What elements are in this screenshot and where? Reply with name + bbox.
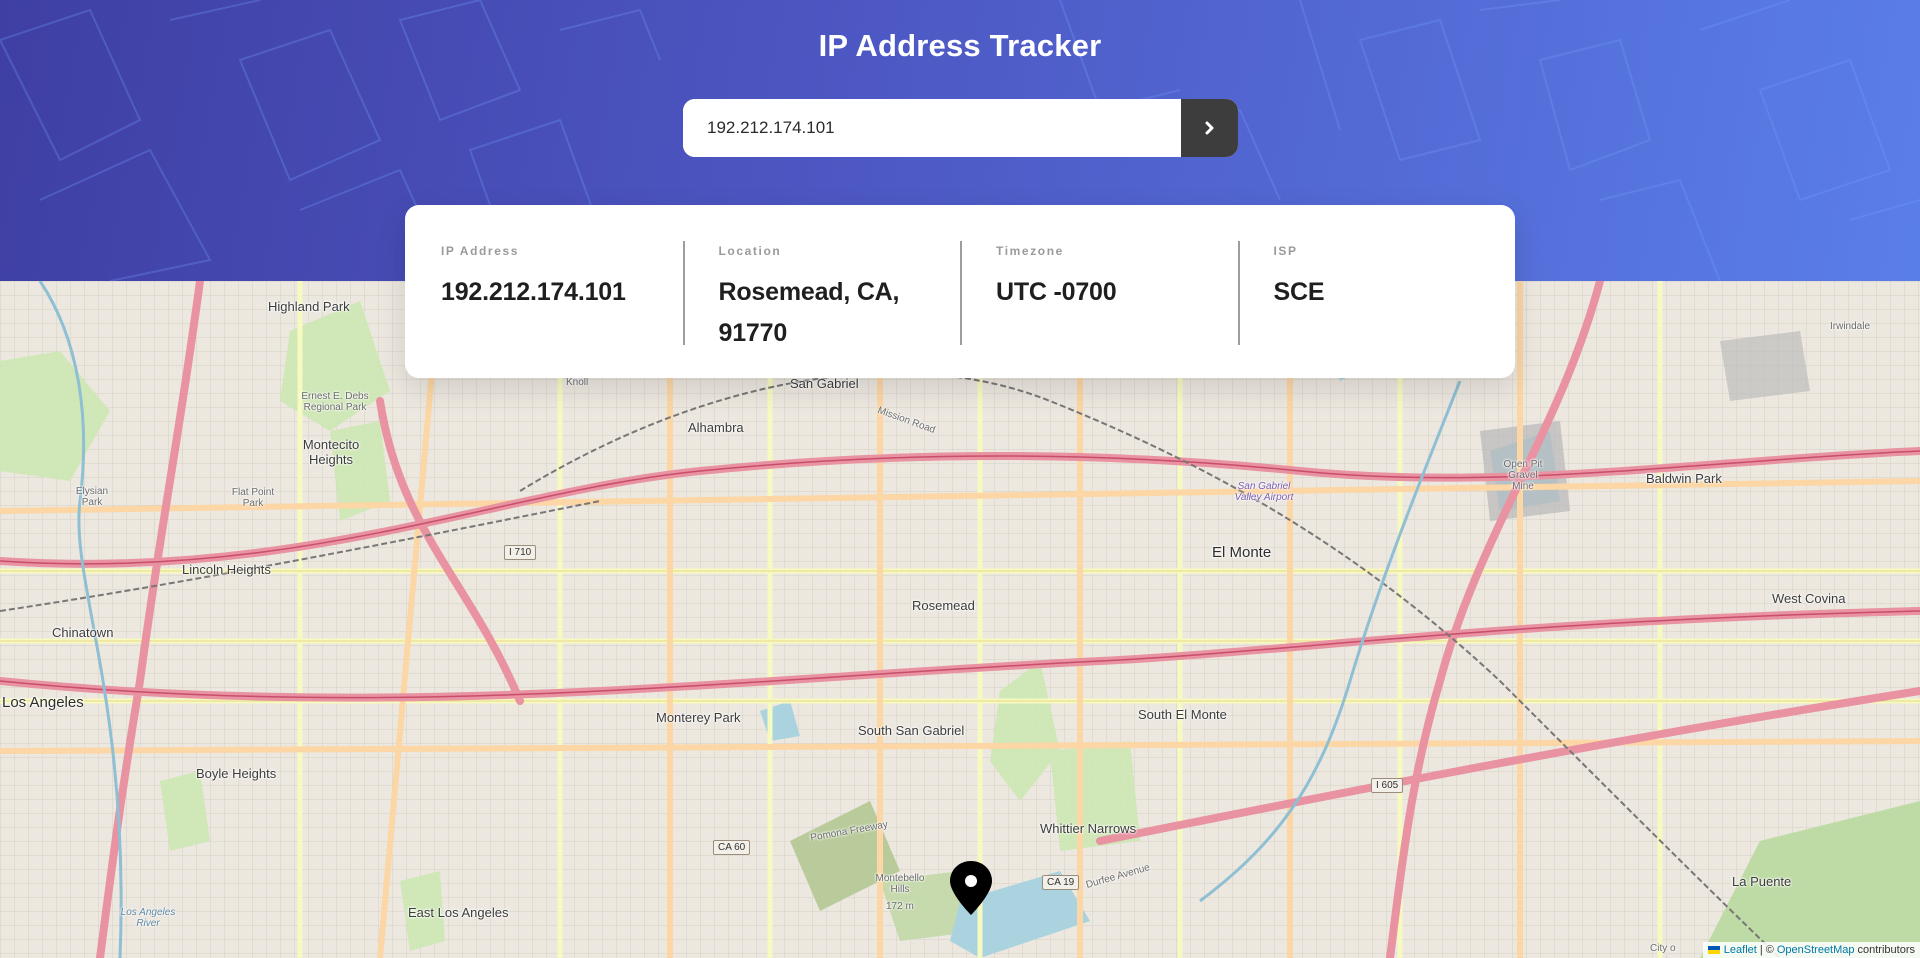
chevron-right-icon: [1205, 121, 1213, 135]
map-label-los-angeles: Los Angeles: [2, 694, 84, 711]
info-value: SCE: [1273, 278, 1325, 306]
map-label-highland-park: Highland Park: [268, 299, 350, 314]
location-pin-icon[interactable]: [947, 859, 995, 917]
attribution-contributors: contributors: [1857, 944, 1915, 956]
map-label-boyle-heights: Boyle Heights: [196, 766, 277, 781]
info-value: Rosemead, CA, 91770: [718, 278, 900, 347]
map-label-south-san-gabriel: South San Gabriel: [858, 723, 965, 738]
info-value: 192.212.174.101: [441, 278, 626, 306]
map-tiles: [0, 281, 1920, 958]
map-label-rosemead: Rosemead: [912, 598, 975, 613]
map-label-chinatown: Chinatown: [52, 625, 114, 640]
map-view[interactable]: Highland Park Ernest E. Debs Regional Pa…: [0, 281, 1920, 958]
page-title: IP Address Tracker: [818, 28, 1102, 63]
map-label-open-pit-mine: Open Pit Gravel Mine: [1503, 459, 1543, 492]
map-label-montecito-heights: Montecito Heights: [302, 437, 360, 467]
map-label-west-covina: West Covina: [1772, 591, 1846, 606]
map-label-la-puente: La Puente: [1732, 874, 1792, 889]
map-label-knoll: Knoll: [566, 377, 589, 388]
info-timezone: Timezone UTC -0700: [960, 237, 1238, 348]
map-label-whittier-narrows: Whittier Narrows: [1040, 821, 1137, 836]
map-label-baldwin-park: Baldwin Park: [1646, 471, 1722, 486]
map-label-airport: San Gabriel Valley Airport: [1234, 481, 1294, 503]
ukraine-flag-icon: [1707, 946, 1720, 954]
map-label-montebello-elev: 172 m: [886, 901, 914, 912]
leaflet-link[interactable]: Leaflet: [1724, 944, 1757, 956]
map-label-montebello-hills: Montebello Hills: [875, 873, 925, 895]
info-value: UTC -0700: [996, 278, 1117, 306]
search-submit-button[interactable]: [1181, 99, 1238, 157]
info-isp: ISP SCE: [1237, 237, 1516, 348]
map-label-el-monte: El Monte: [1212, 544, 1272, 561]
map-label-south-el-monte: South El Monte: [1138, 707, 1227, 722]
map-label-irwindale: Irwindale: [1830, 321, 1871, 332]
map-label-flat-point-park: Flat Point Park: [231, 487, 275, 509]
map-label-lincoln-heights: Lincoln Heights: [182, 562, 271, 577]
ip-search-input[interactable]: [683, 99, 1181, 157]
info-label: ISP: [1273, 244, 1298, 258]
info-label: Timezone: [996, 244, 1064, 258]
attribution-separator: | ©: [1759, 944, 1774, 956]
map-label-elysian-park: Elysian Park: [75, 486, 109, 508]
map-label-ernest-debs: Ernest E. Debs Regional Park: [301, 391, 369, 413]
shield-ca19: CA 19: [1042, 875, 1080, 890]
map-label-monterey-park: Monterey Park: [656, 710, 741, 725]
map-attribution: Leaflet | © OpenStreetMap contributors: [1702, 942, 1920, 958]
map-label-los-angeles-river: Los Angeles River: [120, 907, 176, 929]
shield-i710: I 710: [504, 545, 537, 560]
info-label: Location: [718, 244, 782, 258]
openstreetmap-link[interactable]: OpenStreetMap: [1777, 944, 1855, 956]
info-location: Location Rosemead, CA, 91770: [682, 237, 961, 348]
map-label-alhambra: Alhambra: [688, 420, 744, 435]
shield-ca60: CA 60: [713, 840, 751, 855]
ip-search-form: [683, 99, 1238, 157]
map-label-east-los-angeles: East Los Angeles: [408, 905, 509, 920]
map-label-city-of: City o: [1650, 943, 1676, 954]
info-label: IP Address: [441, 244, 520, 258]
info-ip-address: IP Address 192.212.174.101: [405, 237, 683, 348]
shield-i605: I 605: [1371, 778, 1404, 793]
ip-info-card: IP Address 192.212.174.101 Location Rose…: [405, 205, 1515, 378]
map-label-san-gabriel: San Gabriel: [790, 376, 859, 391]
